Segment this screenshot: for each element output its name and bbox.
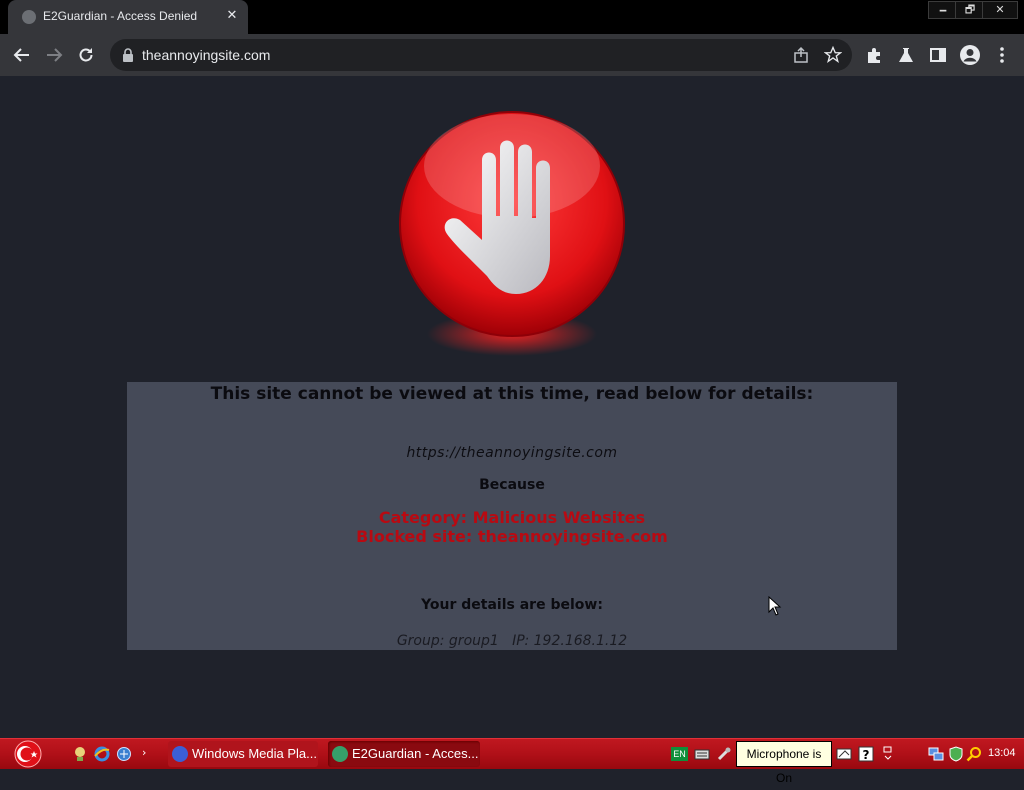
share-icon[interactable] xyxy=(792,46,810,64)
taskbar-window-label: E2Guardian - Acces... xyxy=(352,746,479,761)
labs-button[interactable] xyxy=(894,43,918,67)
language-indicator[interactable]: EN xyxy=(671,747,688,761)
microphone-tooltip: Microphone is On xyxy=(736,741,832,785)
start-button[interactable] xyxy=(10,740,46,768)
sidepanel-icon xyxy=(930,48,946,62)
taskbar-window-e2guardian[interactable]: E2Guardian - Acces... xyxy=(328,741,480,767)
page-heading: This site cannot be viewed at this time,… xyxy=(210,384,814,404)
restore-languagebar-icon[interactable] xyxy=(880,746,896,762)
turkish-flag-icon xyxy=(14,740,42,768)
tab-close-button[interactable]: ✕ xyxy=(223,7,241,25)
security-shield-icon[interactable] xyxy=(948,746,964,762)
menu-button[interactable] xyxy=(990,43,1014,67)
taskbar: › Windows Media Pla... E2Guardian - Acce… xyxy=(0,738,1024,769)
taskbar-window-media-player[interactable]: Windows Media Pla... xyxy=(168,741,318,767)
star-icon[interactable] xyxy=(824,46,842,64)
media-player-icon xyxy=(172,746,188,762)
minimize-button[interactable]: 🗕 xyxy=(928,1,958,19)
chrome-icon xyxy=(332,746,348,762)
tab-strip: E2Guardian - Access Denied ✕ 🗕 🗗 ✕ xyxy=(0,0,1024,34)
because-label: Because xyxy=(479,477,545,493)
profile-button[interactable] xyxy=(958,43,982,67)
browser-tab[interactable]: E2Guardian - Access Denied ✕ xyxy=(8,0,248,34)
lock-icon[interactable] xyxy=(120,47,136,63)
blocked-url: https://theannoyingsite.com xyxy=(406,445,618,461)
reload-icon xyxy=(79,48,93,62)
flask-icon xyxy=(899,48,913,62)
svg-text:?: ? xyxy=(863,748,870,762)
blocked-page: This site cannot be viewed at this time,… xyxy=(0,76,1024,738)
internet-explorer-icon[interactable] xyxy=(94,746,110,762)
msn-icon[interactable] xyxy=(72,746,88,762)
clock[interactable]: 13:04 xyxy=(988,747,1016,759)
puzzle-icon xyxy=(868,48,880,63)
category-text: Category: Malicious Websites xyxy=(378,508,646,527)
microphone-icon[interactable] xyxy=(716,746,732,762)
address-bar[interactable]: theannoyingsite.com xyxy=(110,39,852,71)
chevron-right-icon[interactable]: › xyxy=(142,746,158,762)
kebab-menu-icon xyxy=(1000,47,1004,63)
user-details: Group: group1 IP: 192.168.1.12 xyxy=(396,633,628,649)
browser-toolbar: theannoyingsite.com xyxy=(0,34,1024,76)
extensions-button[interactable] xyxy=(862,43,886,67)
keyboard-icon[interactable] xyxy=(694,746,710,762)
close-window-button[interactable]: ✕ xyxy=(982,1,1018,19)
network-icon[interactable] xyxy=(928,746,944,762)
url-text[interactable]: theannoyingsite.com xyxy=(142,47,270,63)
arrow-left-icon xyxy=(13,48,29,62)
arrow-right-icon xyxy=(47,48,63,62)
globe-icon xyxy=(22,10,36,24)
mouse-cursor-icon xyxy=(768,596,782,616)
forward-button[interactable] xyxy=(42,43,66,67)
profile-icon xyxy=(960,45,980,65)
reload-button[interactable] xyxy=(74,43,98,67)
search-icon[interactable] xyxy=(966,746,982,762)
side-panel-button[interactable] xyxy=(926,43,950,67)
help-icon[interactable]: ? xyxy=(858,746,874,762)
tab-title: E2Guardian - Access Denied xyxy=(43,9,198,23)
restore-button[interactable]: 🗗 xyxy=(955,1,985,19)
language-bar-icon[interactable] xyxy=(836,746,852,762)
back-button[interactable] xyxy=(10,43,34,67)
stop-hand-icon xyxy=(392,106,632,366)
show-desktop-icon[interactable] xyxy=(116,746,132,762)
blocked-site-text: Blocked site: theannoyingsite.com xyxy=(356,527,668,546)
taskbar-window-label: Windows Media Pla... xyxy=(192,746,317,761)
